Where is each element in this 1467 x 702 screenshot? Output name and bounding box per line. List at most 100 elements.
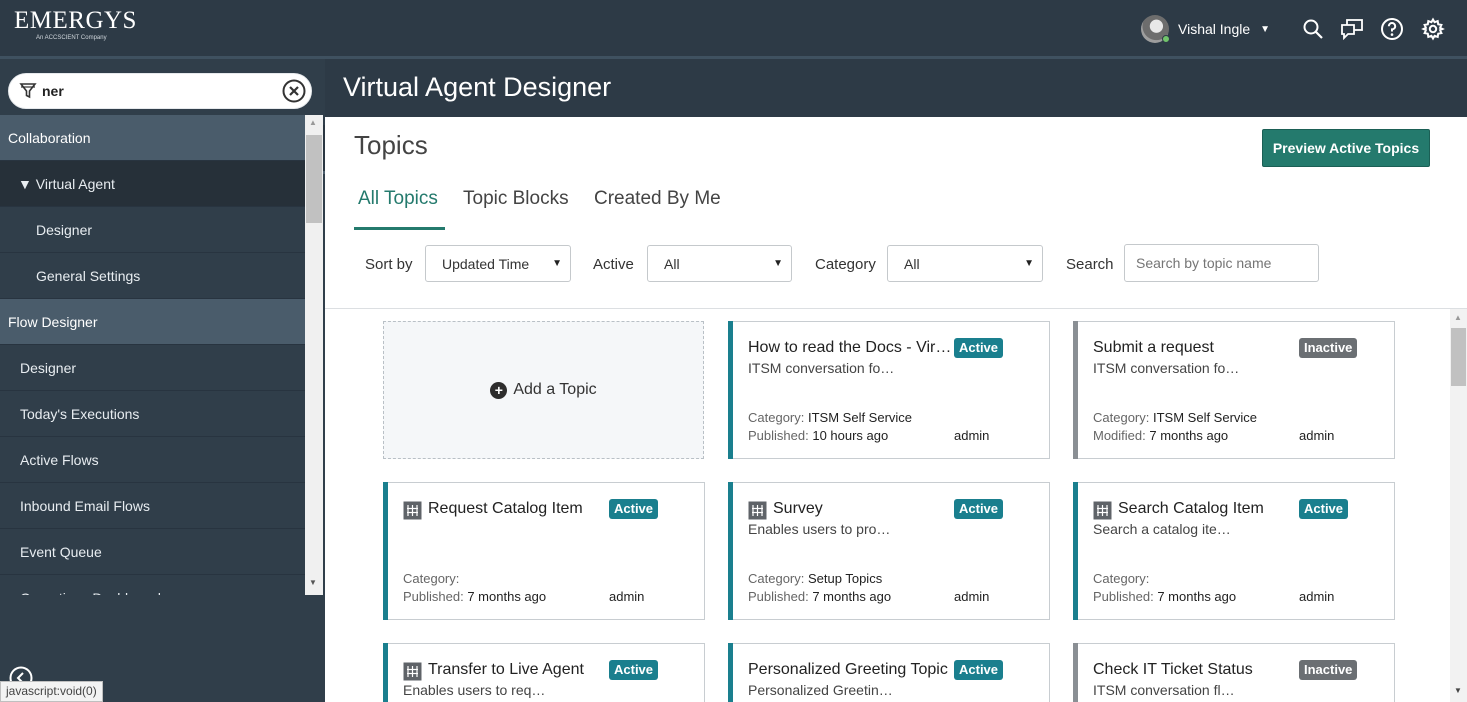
status-badge: Active (954, 338, 1004, 358)
date-value: 10 hours ago (812, 428, 889, 443)
category-label: Category: (1093, 571, 1150, 586)
topic-description: Search a catalog ite… (1093, 521, 1231, 537)
status-badge: Active (609, 660, 659, 680)
category-label: Category: (748, 410, 805, 425)
nav-item-todays-executions[interactable]: Today's Executions (0, 391, 305, 437)
topic-category: Category: ITSM Self Service (748, 410, 912, 425)
page-title-bar: Virtual Agent Designer (325, 59, 1467, 117)
status-badge: Inactive (1299, 338, 1358, 358)
user-name: Vishal Ingle (1178, 21, 1251, 37)
topic-owner: admin (609, 589, 645, 604)
nav-section-collaboration[interactable]: Collaboration (0, 115, 305, 161)
date-label: Published: (748, 589, 809, 604)
company-logo[interactable]: EMERGYS An ACCSCIENT Company (14, 8, 137, 42)
topic-date: Published: 7 months ago (403, 589, 546, 604)
status-bar-active (728, 643, 733, 702)
add-topic-card[interactable]: + Add a Topic (383, 321, 704, 459)
scroll-up-arrow-icon[interactable]: ▲ (1454, 313, 1462, 322)
date-value: 7 months ago (467, 589, 547, 604)
nav-item-general-settings[interactable]: General Settings (0, 253, 305, 299)
topic-name: How to read the Docs - Vir… (748, 339, 952, 356)
status-bar-active (1073, 482, 1078, 620)
topic-card[interactable]: Survey Active Enables users to pro… Cate… (728, 482, 1050, 620)
topic-category: Category: Setup Topics (748, 571, 882, 586)
scroll-up-arrow-icon[interactable]: ▲ (309, 118, 317, 127)
topic-description: ITSM conversation fo… (748, 360, 895, 376)
topic-card[interactable]: Transfer to Live Agent Active Enables us… (383, 643, 705, 702)
nav-item-operations-dashboard[interactable]: Operations Dashboard (0, 575, 305, 595)
topic-category: Category: (1093, 571, 1149, 586)
category-value: All (904, 256, 920, 272)
scroll-down-arrow-icon[interactable]: ▼ (1454, 686, 1462, 695)
add-topic-label: Add a Topic (513, 381, 597, 398)
status-bar-active (728, 321, 733, 459)
search-icon[interactable] (1300, 16, 1326, 42)
user-menu[interactable]: Vishal Ingle ▼ (1141, 15, 1270, 43)
topic-owner: admin (1299, 428, 1335, 443)
tab-all-topics[interactable]: All Topics (358, 188, 438, 210)
logo-text: EMERGYS (14, 7, 137, 34)
topic-date: Published: 7 months ago (1093, 589, 1236, 604)
topic-name: Submit a request (1093, 339, 1214, 356)
gear-icon[interactable] (1420, 16, 1446, 42)
status-bar-active (728, 482, 733, 620)
topic-date: Modified: 7 months ago (1093, 428, 1228, 443)
clear-icon[interactable] (281, 78, 307, 109)
topic-owner: admin (1299, 589, 1335, 604)
category-label: Category: (403, 571, 460, 586)
category-label: Category: (1093, 410, 1150, 425)
nav-item-flow-designer[interactable]: Designer (0, 345, 305, 391)
date-value: 7 months ago (812, 589, 892, 604)
date-value: 7 months ago (1157, 589, 1237, 604)
topic-description: Personalized Greetin… (748, 682, 893, 698)
topic-grid-icon (403, 662, 422, 681)
logo-subtext: An ACCSCIENT Company (36, 35, 107, 41)
chat-icon[interactable] (1339, 16, 1365, 42)
filter-navigator[interactable] (8, 73, 312, 109)
topic-name: Search Catalog Item (1118, 500, 1264, 517)
topic-card[interactable]: Check IT Ticket Status Inactive ITSM con… (1073, 643, 1395, 702)
nav-item-event-queue[interactable]: Event Queue (0, 529, 305, 575)
topic-card[interactable]: How to read the Docs - Vir… Active ITSM … (728, 321, 1050, 459)
content-scroll-thumb[interactable] (1451, 328, 1466, 386)
topic-date: Published: 7 months ago (748, 589, 891, 604)
nav-section-flow-designer[interactable]: Flow Designer (0, 299, 305, 345)
topic-card[interactable]: Submit a request Inactive ITSM conversat… (1073, 321, 1395, 459)
tab-created-by-me[interactable]: Created By Me (594, 188, 721, 210)
application-navigator: Collaboration ▼ Virtual Agent Designer G… (0, 115, 305, 595)
topic-name: Survey (773, 500, 823, 517)
scroll-down-arrow-icon[interactable]: ▼ (309, 578, 317, 587)
preview-active-topics-button[interactable]: Preview Active Topics (1262, 129, 1430, 167)
topic-grid-icon (748, 501, 767, 520)
nav-item-va-designer[interactable]: Designer (0, 207, 305, 253)
status-bar-active (383, 482, 388, 620)
status-bar-inactive (1073, 643, 1078, 702)
nav-module-virtual-agent[interactable]: ▼ Virtual Agent (0, 161, 305, 207)
help-icon[interactable] (1379, 16, 1405, 42)
plus-circle-icon: + (490, 381, 508, 399)
tab-topic-blocks[interactable]: Topic Blocks (463, 188, 569, 210)
status-bar-inactive (1073, 321, 1078, 459)
topic-search-input[interactable] (1124, 244, 1319, 282)
status-badge: Active (1299, 499, 1349, 519)
filter-input[interactable] (42, 83, 272, 99)
topic-grid-icon (403, 501, 422, 520)
nav-item-inbound-email-flows[interactable]: Inbound Email Flows (0, 483, 305, 529)
sidebar-scroll-thumb[interactable] (306, 135, 322, 223)
date-value: 7 months ago (1149, 428, 1229, 443)
chevron-down-icon: ▼ (552, 258, 562, 269)
search-label: Search (1066, 256, 1114, 273)
status-badge: Active (954, 499, 1004, 519)
sort-by-select[interactable]: Updated Time ▼ (425, 245, 571, 282)
category-value: ITSM Self Service (1153, 410, 1258, 425)
topic-name: Transfer to Live Agent (428, 661, 584, 678)
topic-card[interactable]: Personalized Greeting Topic Active Perso… (728, 643, 1050, 702)
category-select[interactable]: All ▼ (887, 245, 1043, 282)
nav-item-active-flows[interactable]: Active Flows (0, 437, 305, 483)
date-label: Published: (403, 589, 464, 604)
topic-card[interactable]: Request Catalog Item Active Category: Pu… (383, 482, 705, 620)
topic-name: Check IT Ticket Status (1093, 661, 1253, 678)
active-select[interactable]: All ▼ (647, 245, 792, 282)
topic-card[interactable]: Search Catalog Item Active Search a cata… (1073, 482, 1395, 620)
topic-description: ITSM conversation fl… (1093, 682, 1235, 698)
